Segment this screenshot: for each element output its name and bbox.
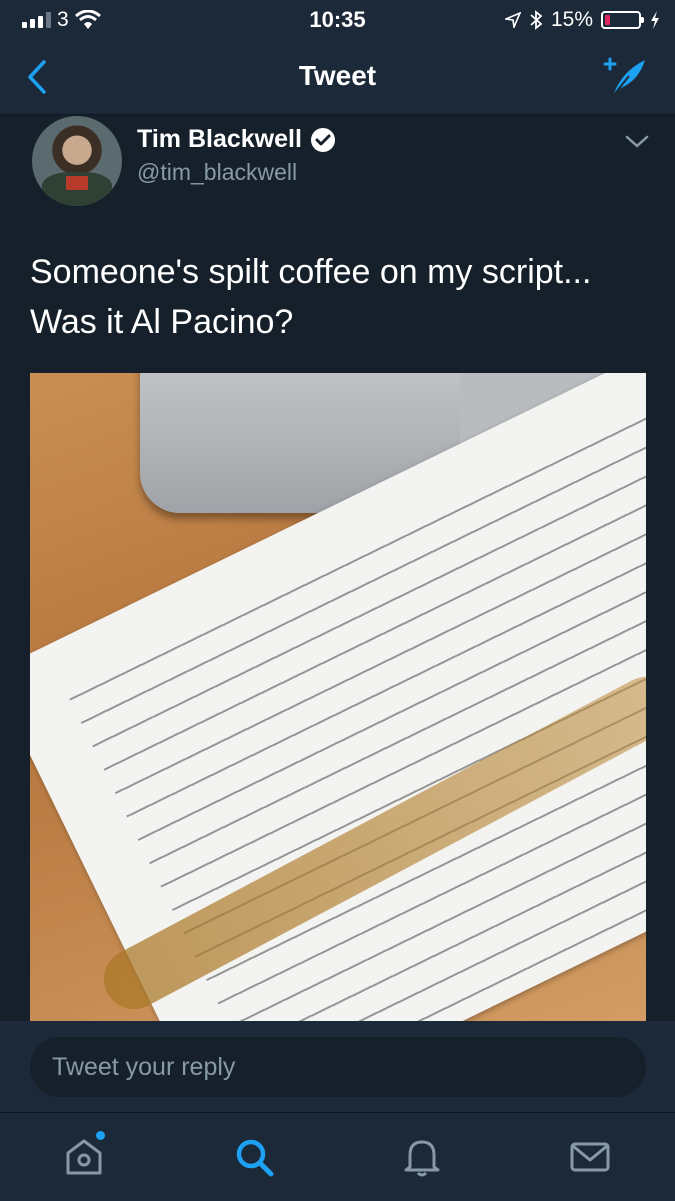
reply-input[interactable]: Tweet your reply [30, 1037, 646, 1097]
notification-dot [96, 1131, 105, 1140]
location-arrow-icon [504, 12, 521, 28]
battery-percent: 15% [550, 8, 593, 31]
battery-icon [601, 11, 644, 29]
tweet-text-line: Was it Al Pacino? [30, 303, 294, 341]
notifications-bell-icon[interactable] [400, 1135, 444, 1179]
charging-bolt-icon [651, 11, 659, 29]
navigation-bar: Tweet [0, 40, 675, 115]
tab-bar [0, 1112, 675, 1201]
author-name-row[interactable]: Tim Blackwell [137, 125, 336, 154]
tweet-text-line: Someone's spilt coffee on my script... [30, 253, 592, 291]
verified-badge-icon [310, 127, 335, 152]
author-handle[interactable]: @tim_blackwell [137, 159, 297, 186]
status-bar: 3 10:35 15% [0, 0, 675, 40]
tweet-text: Someone's spilt coffee on my script... W… [30, 247, 650, 347]
avatar[interactable] [32, 116, 122, 206]
author-name[interactable]: Tim Blackwell [137, 125, 302, 154]
search-icon[interactable] [232, 1135, 276, 1179]
messages-envelope-icon[interactable] [568, 1135, 612, 1179]
compose-tweet-icon[interactable] [599, 54, 649, 100]
bluetooth-icon [530, 10, 543, 30]
chevron-down-icon[interactable] [625, 134, 649, 150]
home-icon[interactable] [62, 1135, 106, 1179]
reply-bar: Tweet your reply [0, 1021, 675, 1112]
page-title: Tweet [298, 60, 377, 91]
tweet-photo[interactable] [30, 373, 646, 1021]
